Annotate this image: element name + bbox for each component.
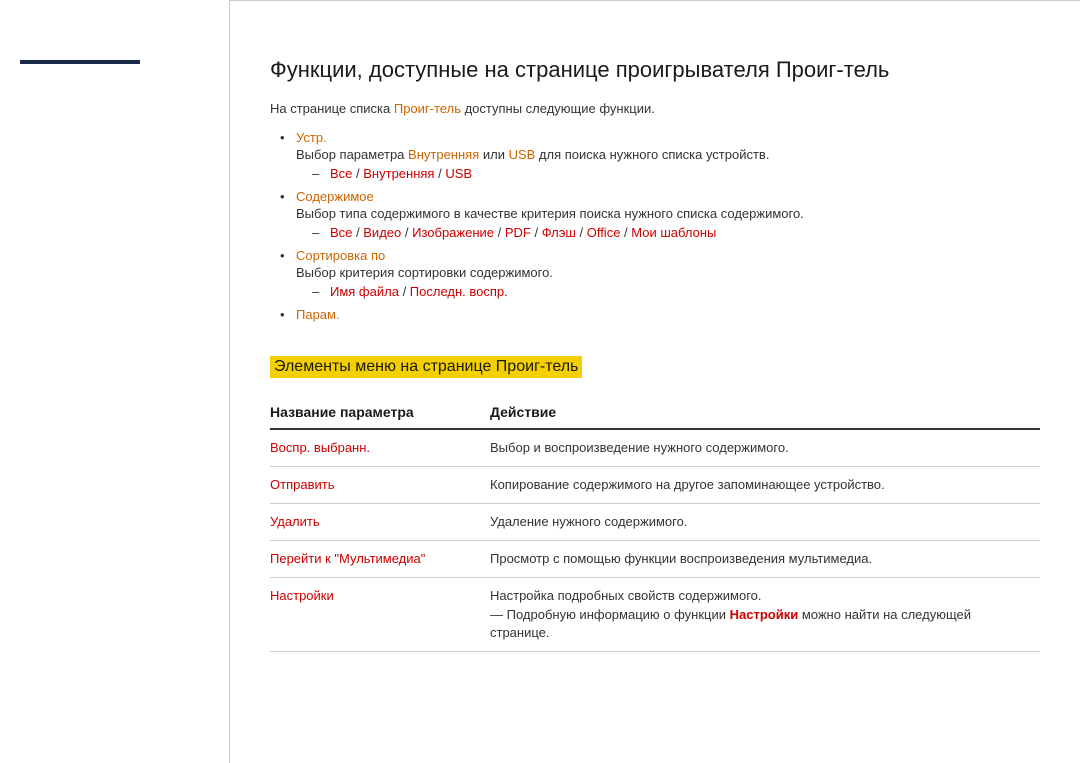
link-delete[interactable]: Удалить [270,514,320,529]
link-my-templates[interactable]: Мои шаблоны [631,225,716,240]
table-row: Удалить Удаление нужного содержимого. [270,503,1040,540]
content-dash-list: Все / Видео / Изображение / PDF / Флэш /… [312,225,1040,240]
list-item-content: Содержимое Выбор типа содержимого в каче… [280,189,1040,240]
link-image[interactable]: Изображение [412,225,494,240]
col-header-action: Действие [490,398,1040,429]
action-multimedia: Просмотр с помощью функции воспроизведен… [490,541,1040,578]
link-internal[interactable]: Внутренняя [408,147,479,162]
param-name-multimedia: Перейти к "Мультимедиа" [270,541,490,578]
list-item-ustr: Устр. Выбор параметра Внутренняя или USB… [280,130,1040,181]
ustr-desc: Выбор параметра Внутренняя или USB для п… [296,147,1040,162]
link-send[interactable]: Отправить [270,477,334,492]
main-content: Функции, доступные на странице проигрыва… [230,0,1080,763]
table-row: Воспр. выбранн. Выбор и воспроизведение … [270,429,1040,467]
dash-item-content: Все / Видео / Изображение / PDF / Флэш /… [312,225,1040,240]
action-delete: Удаление нужного содержимого. [490,503,1040,540]
intro-text-before: На странице списка [270,101,390,116]
table-row: Отправить Копирование содержимого на дру… [270,466,1040,503]
link-all[interactable]: Все [330,166,352,181]
intro-paragraph: На странице списка Проиг-тель доступны с… [270,101,1040,116]
param-name-delete: Удалить [270,503,490,540]
intro-text-after: доступны следующие функции. [465,101,655,116]
section-highlight-heading: Элементы меню на странице Проиг-тель [270,356,582,378]
page-title: Функции, доступные на странице проигрыва… [270,56,1040,85]
bullet-title-sort: Сортировка по [296,248,385,263]
link-usb2[interactable]: USB [445,166,472,181]
sort-desc: Выбор критерия сортировки содержимого. [296,265,1040,280]
link-office[interactable]: Office [587,225,621,240]
content-desc: Выбор типа содержимого в качестве критер… [296,206,1040,221]
action-send: Копирование содержимого на другое запоми… [490,466,1040,503]
link-flash[interactable]: Флэш [542,225,576,240]
left-sidebar [0,0,230,763]
link-video[interactable]: Видео [363,225,401,240]
link-lastplay[interactable]: Последн. воспр. [410,284,508,299]
list-item-param: Парам. [280,307,1040,322]
table-header-row: Название параметра Действие [270,398,1040,429]
action-play: Выбор и воспроизведение нужного содержим… [490,429,1040,467]
settings-action-text: Настройка подробных свойств содержимого. [490,587,1030,605]
feature-list: Устр. Выбор параметра Внутренняя или USB… [280,130,1040,322]
bullet-title-param: Парам. [296,307,340,322]
ustr-dash-list: Все / Внутренняя / USB [312,166,1040,181]
params-table: Название параметра Действие Воспр. выбра… [270,398,1040,652]
bullet-title-content: Содержимое [296,189,374,204]
action-settings: Настройка подробных свойств содержимого.… [490,578,1040,652]
col-header-param: Название параметра [270,398,490,429]
link-multimedia[interactable]: Перейти к "Мультимедиа" [270,551,425,566]
link-play-selected[interactable]: Воспр. выбранн. [270,440,370,455]
list-item-sort: Сортировка по Выбор критерия сортировки … [280,248,1040,299]
intro-link[interactable]: Проиг-тель [394,101,461,116]
param-name-settings: Настройки [270,578,490,652]
table-row: Настройки Настройка подробных свойств со… [270,578,1040,652]
link-settings[interactable]: Настройки [270,588,334,603]
settings-note: — Подробную информацию о функции Настрой… [490,606,1030,642]
link-pdf[interactable]: PDF [505,225,531,240]
param-name-send: Отправить [270,466,490,503]
dash-item: Все / Внутренняя / USB [312,166,1040,181]
settings-bold-link: Настройки [730,607,799,622]
bullet-title-ustr: Устр. [296,130,327,145]
table-row: Перейти к "Мультимедиа" Просмотр с помощ… [270,541,1040,578]
link-usb[interactable]: USB [509,147,536,162]
link-filename[interactable]: Имя файла [330,284,399,299]
param-name-play: Воспр. выбранн. [270,429,490,467]
dash-item-sort: Имя файла / Последн. воспр. [312,284,1040,299]
sidebar-accent [20,60,140,64]
link-internal2[interactable]: Внутренняя [363,166,434,181]
sort-dash-list: Имя файла / Последн. воспр. [312,284,1040,299]
link-all2[interactable]: Все [330,225,352,240]
